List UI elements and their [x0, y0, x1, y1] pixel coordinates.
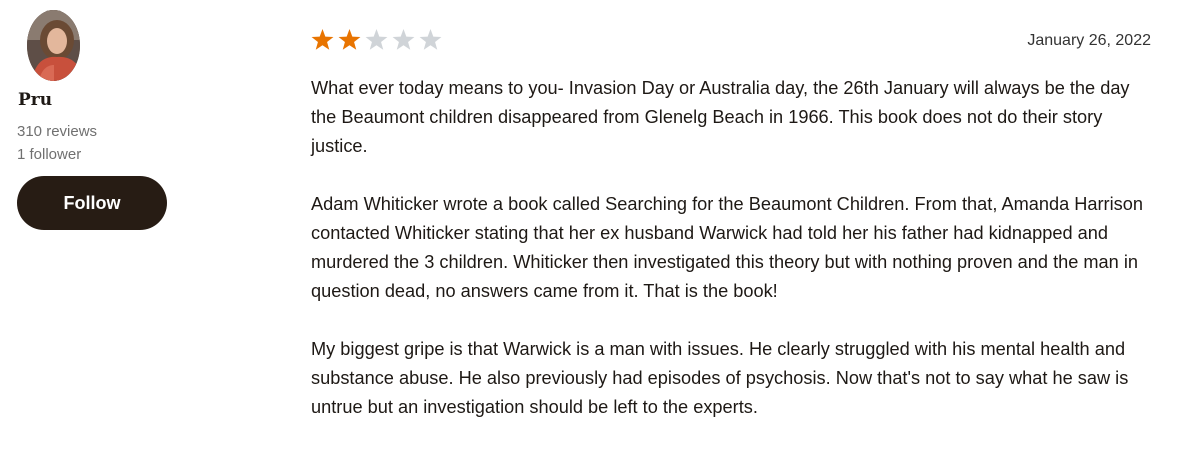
reviewer-avatar[interactable] [27, 10, 80, 81]
review-text: What ever today means to you- Invasion D… [311, 74, 1159, 451]
star-icon [365, 29, 388, 50]
star-rating [310, 28, 443, 52]
reviewer-name[interactable]: Pru [18, 90, 52, 110]
review-paragraph: What ever today means to you- Invasion D… [311, 78, 1130, 156]
star-icon [419, 29, 442, 50]
follow-button[interactable]: Follow [17, 176, 167, 230]
review-paragraph: My biggest gripe is that Warwick is a ma… [311, 339, 1129, 417]
reviewer-followers-count: 1 follower [17, 146, 82, 163]
review-paragraph: Adam Whiticker wrote a book called Searc… [311, 194, 1143, 301]
review-date[interactable]: January 26, 2022 [1027, 32, 1151, 50]
star-icon [338, 29, 361, 50]
reviewer-reviews-count: 310 reviews [17, 123, 98, 140]
star-icon [311, 29, 334, 50]
avatar-photo-icon [27, 10, 80, 81]
star-icon [392, 29, 415, 50]
